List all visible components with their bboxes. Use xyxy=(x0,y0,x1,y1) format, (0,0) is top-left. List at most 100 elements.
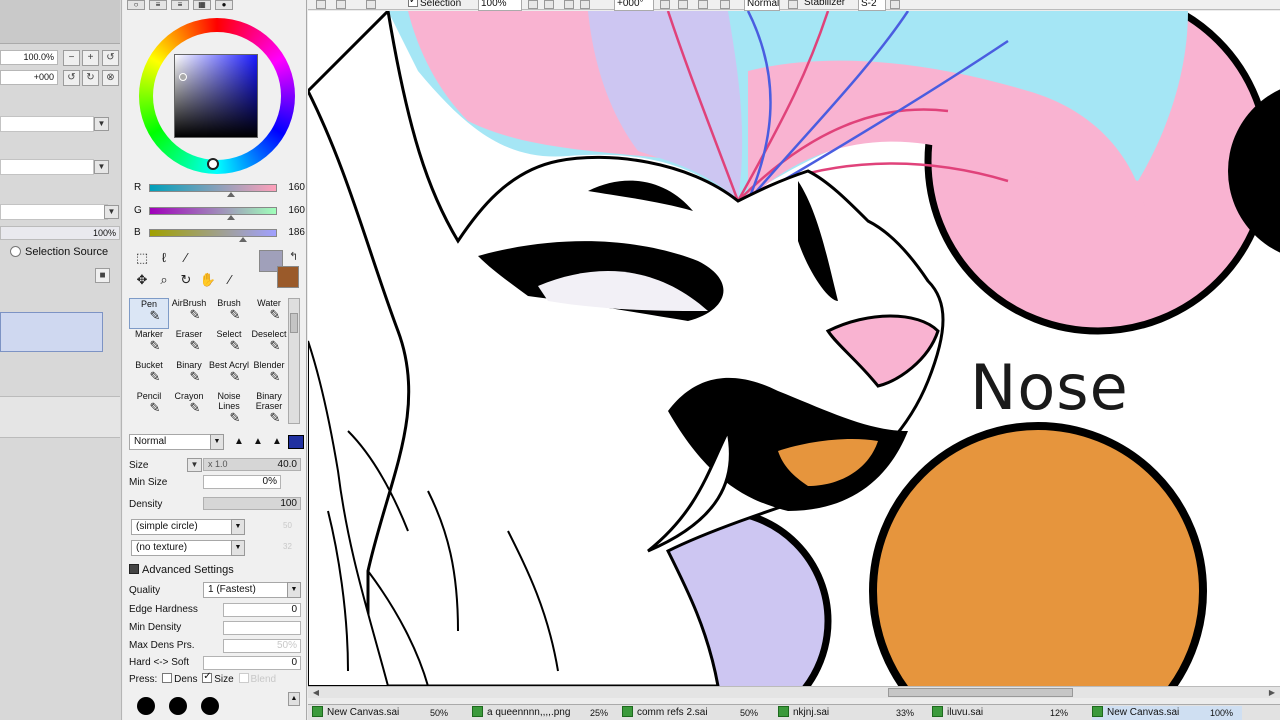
hsv-slider-tab[interactable]: ≡ xyxy=(171,0,189,10)
toolbar-button[interactable] xyxy=(336,0,346,9)
sub-color-swatch[interactable] xyxy=(277,266,299,288)
chevron-down-icon[interactable]: ▼ xyxy=(287,582,301,598)
selection-checkbox[interactable] xyxy=(408,0,418,7)
navigator-thumbnail[interactable] xyxy=(0,0,120,44)
stabilizer-select[interactable]: S-2 xyxy=(858,0,886,11)
red-value[interactable]: 160 xyxy=(279,182,305,193)
layer-texture-select[interactable] xyxy=(0,204,108,220)
scroll-right-icon[interactable]: ▶ xyxy=(1266,687,1278,698)
medium-shape-icon[interactable]: ▲ xyxy=(250,435,266,449)
brush-crayon[interactable]: Crayon ✎ xyxy=(169,391,209,422)
hard-soft-slider[interactable]: 0 xyxy=(203,656,301,670)
color-saturation-square[interactable] xyxy=(174,54,258,138)
chevron-down-icon[interactable]: ▼ xyxy=(104,205,119,219)
hard-shape-icon[interactable]: ▲ xyxy=(269,435,285,449)
min-density-slider[interactable] xyxy=(223,621,301,635)
rotate-icon[interactable]: ↻ xyxy=(177,272,195,288)
chevron-down-icon[interactable]: ▼ xyxy=(94,117,109,131)
blend-mode-select[interactable]: Normal ▼ xyxy=(129,434,224,450)
density-slider[interactable]: 100 xyxy=(203,497,301,510)
brush-shape-strength[interactable]: 50 xyxy=(283,521,292,530)
zoom-out-button[interactable] xyxy=(528,0,538,9)
toolbar-button[interactable] xyxy=(788,0,798,9)
swap-colors-icon[interactable]: ↰ xyxy=(289,250,298,263)
selection-source-option[interactable]: Selection Source xyxy=(10,246,108,258)
green-slider[interactable]: G 160 xyxy=(131,205,307,220)
zoom-in-button[interactable]: + xyxy=(82,50,99,66)
rotate-reset-button[interactable] xyxy=(698,0,708,9)
navigator-zoom-field[interactable]: 100.0% xyxy=(0,50,58,65)
brush-marker[interactable]: Marker ✎ xyxy=(129,329,169,360)
red-knob[interactable] xyxy=(227,192,235,197)
rotate-left-button[interactable]: ↺ xyxy=(63,70,80,86)
brush-texture-strength[interactable]: 32 xyxy=(283,542,292,551)
brush-grid-scrollbar[interactable] xyxy=(288,298,300,424)
square-shape-icon[interactable] xyxy=(288,435,304,449)
brush-shape-select[interactable]: (simple circle) ▼ xyxy=(131,519,245,535)
document-tab[interactable]: comm refs 2.sai 50% xyxy=(622,706,772,720)
press-blend-checkbox[interactable] xyxy=(238,673,249,683)
brush-binary[interactable]: Binary ✎ xyxy=(169,360,209,391)
quality-select[interactable]: 1 (Fastest) ▼ xyxy=(203,582,301,598)
layer-mask-button[interactable]: ■ xyxy=(95,268,110,283)
brush-noise-lines[interactable]: Noise Lines ✎ xyxy=(209,391,249,425)
red-slider[interactable]: R 160 xyxy=(131,182,307,197)
press-size-checkbox[interactable] xyxy=(202,671,213,683)
hand-icon[interactable]: ✋ xyxy=(199,272,217,288)
press-dens-checkbox[interactable] xyxy=(162,673,173,683)
color-wheel-tab[interactable]: ○ xyxy=(127,0,145,10)
brush-best-acryl[interactable]: Best Acryl ✎ xyxy=(209,360,249,391)
document-tab[interactable]: nkjnj.sai 33% xyxy=(778,706,928,720)
brush-pen[interactable]: Pen ✎ xyxy=(129,298,169,329)
min-size-slider[interactable]: 0% xyxy=(203,475,281,489)
green-knob[interactable] xyxy=(227,215,235,220)
brush-deselect[interactable]: Deselect ✎ xyxy=(249,329,289,360)
rotate-reset-button[interactable]: ⊗ xyxy=(102,70,119,86)
toolbar-button[interactable] xyxy=(316,0,326,9)
layer-effect-select[interactable] xyxy=(0,159,94,175)
toolbar-blend-select[interactable]: Normal xyxy=(744,0,780,11)
brush-eraser[interactable]: Eraser ✎ xyxy=(169,329,209,360)
rotate-right-button[interactable]: ↻ xyxy=(82,70,99,86)
blue-slider[interactable]: B 186 xyxy=(131,227,307,242)
rotate-right-button[interactable] xyxy=(678,0,688,9)
blue-bar[interactable] xyxy=(149,229,277,237)
color-picker-marker[interactable] xyxy=(179,73,187,81)
brush-dot-450[interactable] xyxy=(169,697,187,715)
chevron-down-icon[interactable]: ▼ xyxy=(231,519,245,535)
flip-button[interactable] xyxy=(720,0,730,9)
brush-airbrush[interactable]: AirBrush ✎ xyxy=(169,298,209,329)
chevron-down-icon[interactable]: ▼ xyxy=(210,434,224,450)
document-tab[interactable]: New Canvas.sai 50% xyxy=(312,706,462,720)
document-tab[interactable]: iluvu.sai 12% xyxy=(932,706,1082,720)
chevron-down-icon[interactable]: ▼ xyxy=(231,540,245,556)
max-dens-slider[interactable]: 50% xyxy=(223,639,301,653)
toolbar-button[interactable] xyxy=(366,0,376,9)
zoom-fit-button[interactable] xyxy=(580,0,590,9)
toolbar-zoom-field[interactable]: 100% xyxy=(478,0,522,11)
brush-binary-eraser[interactable]: Binary Eraser ✎ xyxy=(249,391,289,425)
brush-select[interactable]: Select ✎ xyxy=(209,329,249,360)
brush-texture-select[interactable]: (no texture) ▼ xyxy=(131,540,245,556)
zoom-in-button[interactable] xyxy=(544,0,554,9)
size-multiplier[interactable]: x 1.0 xyxy=(208,459,228,470)
brush-dot-500[interactable] xyxy=(201,697,219,715)
rgb-slider-tab[interactable]: ≡ xyxy=(149,0,167,10)
color-wheel[interactable] xyxy=(139,18,295,174)
document-tab[interactable]: a queennnn,,,,.png 25% xyxy=(472,706,622,720)
toolbar-angle-field[interactable]: +000° xyxy=(614,0,654,11)
advanced-settings-toggle[interactable]: Advanced Settings xyxy=(129,564,234,576)
layer-opacity-slider[interactable]: 100% xyxy=(0,226,120,240)
zoom-out-button[interactable]: − xyxy=(63,50,80,66)
brush-blender[interactable]: Blender ✎ xyxy=(249,360,289,391)
zoom-reset-button[interactable] xyxy=(564,0,574,9)
layer-item[interactable] xyxy=(0,396,120,438)
layer-item-selected[interactable] xyxy=(0,312,103,352)
brush-bucket[interactable]: Bucket ✎ xyxy=(129,360,169,391)
navigator-angle-field[interactable]: +000 xyxy=(0,70,58,85)
chevron-down-icon[interactable] xyxy=(890,0,900,9)
edge-hardness-slider[interactable]: 0 xyxy=(223,603,301,617)
swatch-tab[interactable]: ▦ xyxy=(193,0,211,10)
lasso-icon[interactable]: ℓ xyxy=(155,250,173,266)
layer-mode-select[interactable] xyxy=(0,116,94,132)
